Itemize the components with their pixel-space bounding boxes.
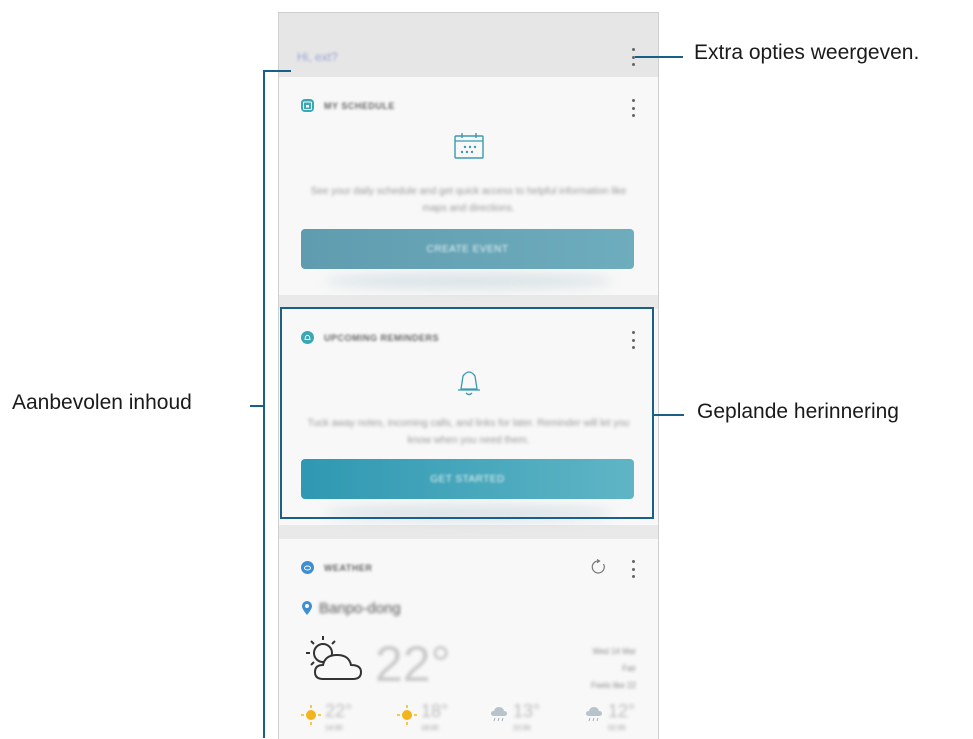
top-bar: Hi, ext? bbox=[279, 13, 658, 77]
refresh-icon[interactable] bbox=[591, 559, 607, 575]
sun-icon bbox=[301, 705, 321, 725]
create-event-button[interactable]: CREATE EVENT bbox=[301, 229, 634, 269]
rain-cloud-icon bbox=[491, 707, 507, 722]
location-pin-icon bbox=[302, 601, 312, 615]
button-shadow bbox=[324, 274, 614, 288]
current-temperature: 22° bbox=[375, 636, 451, 692]
forecast-item: 18° 18:00 bbox=[397, 701, 457, 739]
card-title: WEATHER bbox=[324, 562, 373, 573]
callout-extra-options: Extra opties weergeven. bbox=[694, 41, 920, 64]
forecast-item: 13° 22:00 bbox=[489, 701, 549, 739]
callout-reminder: Geplande herinnering bbox=[697, 400, 899, 423]
forecast-time: 02:00 bbox=[608, 725, 626, 732]
weather-details: Wed 14 Mar Fair Feels like 22 bbox=[591, 643, 636, 694]
forecast-temp: 22° bbox=[325, 701, 353, 721]
bracket-top bbox=[263, 70, 291, 72]
calendar-small-icon bbox=[301, 99, 314, 112]
forecast-time: 22:00 bbox=[513, 725, 531, 732]
forecast-time: 18:00 bbox=[421, 725, 439, 732]
forecast-temp: 12° bbox=[608, 701, 636, 721]
rain-cloud-icon bbox=[586, 707, 602, 722]
forecast-temp: 13° bbox=[513, 701, 541, 721]
greeting-text: Hi, ext? bbox=[297, 50, 338, 64]
schedule-card[interactable]: MY SCHEDULE See your daily schedule and … bbox=[279, 77, 658, 295]
weather-card[interactable]: WEATHER Banpo-dong 22° Wed 14 Mar Fair F… bbox=[279, 539, 658, 739]
bracket-tick bbox=[250, 405, 264, 407]
bracket-vertical bbox=[263, 70, 265, 738]
callout-recommended: Aanbevolen inhoud bbox=[12, 391, 192, 414]
weather-condition: Fair bbox=[622, 664, 636, 673]
callout-line-reminder bbox=[654, 414, 684, 416]
button-label: CREATE EVENT bbox=[426, 243, 509, 255]
calendar-icon bbox=[454, 133, 484, 159]
card-title: MY SCHEDULE bbox=[324, 100, 395, 111]
reminder-highlight-box bbox=[280, 307, 654, 519]
forecast-item: 12° 02:00 bbox=[584, 701, 644, 739]
partly-cloudy-icon bbox=[306, 636, 363, 680]
callout-line-extra-options bbox=[635, 56, 683, 58]
weather-location: Banpo-dong bbox=[319, 600, 401, 617]
forecast-time: 14:00 bbox=[325, 725, 343, 732]
weather-small-icon bbox=[301, 561, 314, 574]
card-options-icon[interactable] bbox=[626, 560, 640, 578]
forecast-temp: 18° bbox=[421, 701, 449, 721]
weather-date: Wed 14 Mar bbox=[592, 647, 636, 656]
card-options-icon[interactable] bbox=[626, 99, 640, 117]
weather-feels-like: Feels like 22 bbox=[591, 681, 636, 690]
card-description: See your daily schedule and get quick ac… bbox=[310, 186, 627, 214]
sun-icon bbox=[397, 705, 417, 725]
forecast-item: 22° 14:00 bbox=[301, 701, 361, 739]
